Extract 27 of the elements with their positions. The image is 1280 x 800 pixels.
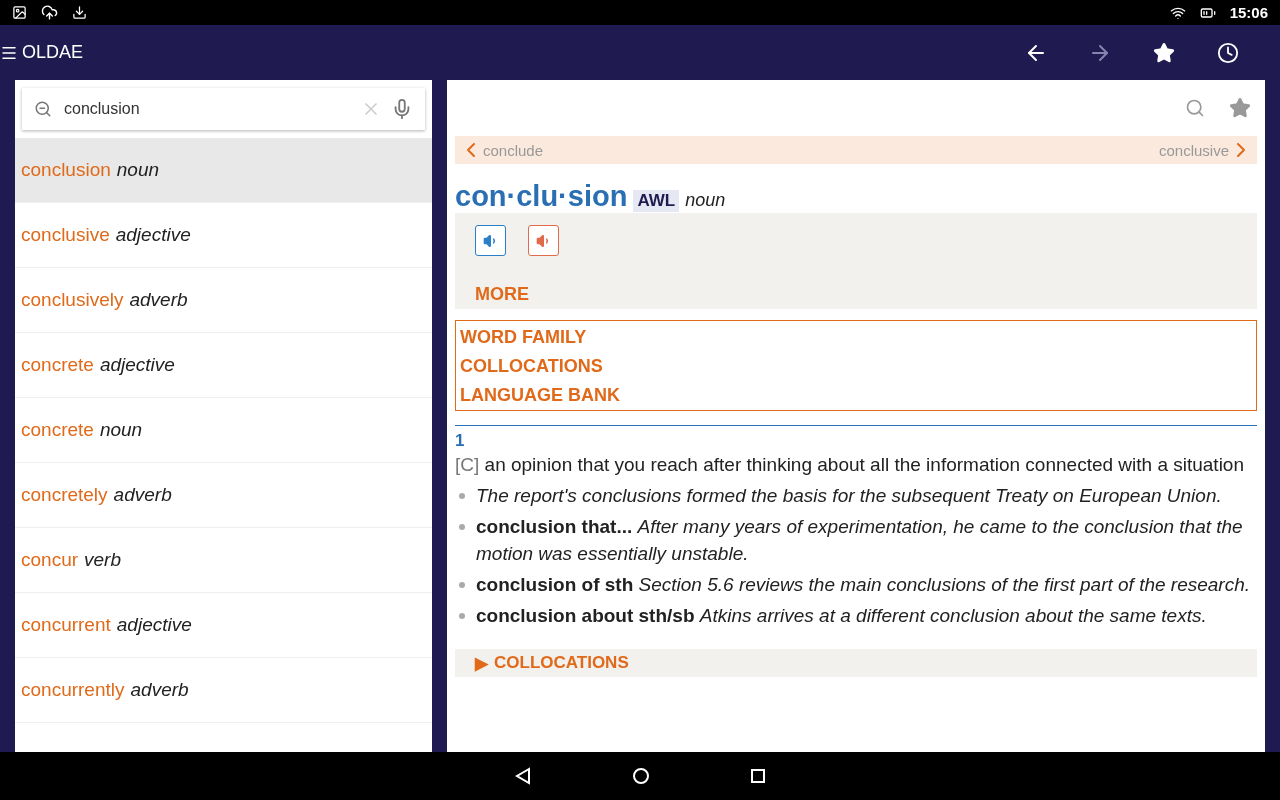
sense-number: 1 [455,431,466,451]
bullet-icon [459,582,465,588]
zoom-out-icon [34,100,52,118]
back-icon[interactable] [514,767,532,785]
bullet-icon [459,524,465,530]
bullet-icon [459,493,465,499]
home-icon[interactable] [632,767,650,785]
definition: [C] an opinion that you reach after thinking about all the information connected with a situation [455,453,1245,477]
download-icon [72,5,87,20]
headword: con·clu·sion [455,180,628,213]
example-sentence: conclusion of sth Section 5.6 reviews the main conclusions of the first part of the research. [476,573,1251,597]
search-icon[interactable] [1185,98,1205,118]
cloud-upload-icon [41,4,58,21]
example-sentence: conclusion that... After many years of experimentation, he came to the conclusion that the motion was essentially unstable. [476,515,1244,566]
awl-label: AWL [633,190,680,212]
star-icon[interactable] [1153,41,1175,64]
image-icon [12,5,27,20]
recents-icon[interactable] [750,768,766,784]
example-sentence: conclusion about sth/sb Atkins arrives at a different conclusion about the same texts. [476,604,1207,628]
clock-icon[interactable] [1217,41,1239,64]
result-item[interactable]: conclusion noun [15,138,432,203]
bullet-icon [459,613,465,619]
add-favorite-icon[interactable] [1229,97,1251,119]
clock-time: 15:06 [1229,4,1268,21]
part-of-speech: noun [685,190,726,211]
app-title: OLDAE [22,42,84,63]
example-sentence: The report's conclusions formed the basis for the subsequent Treaty on European Union. [476,484,1222,508]
